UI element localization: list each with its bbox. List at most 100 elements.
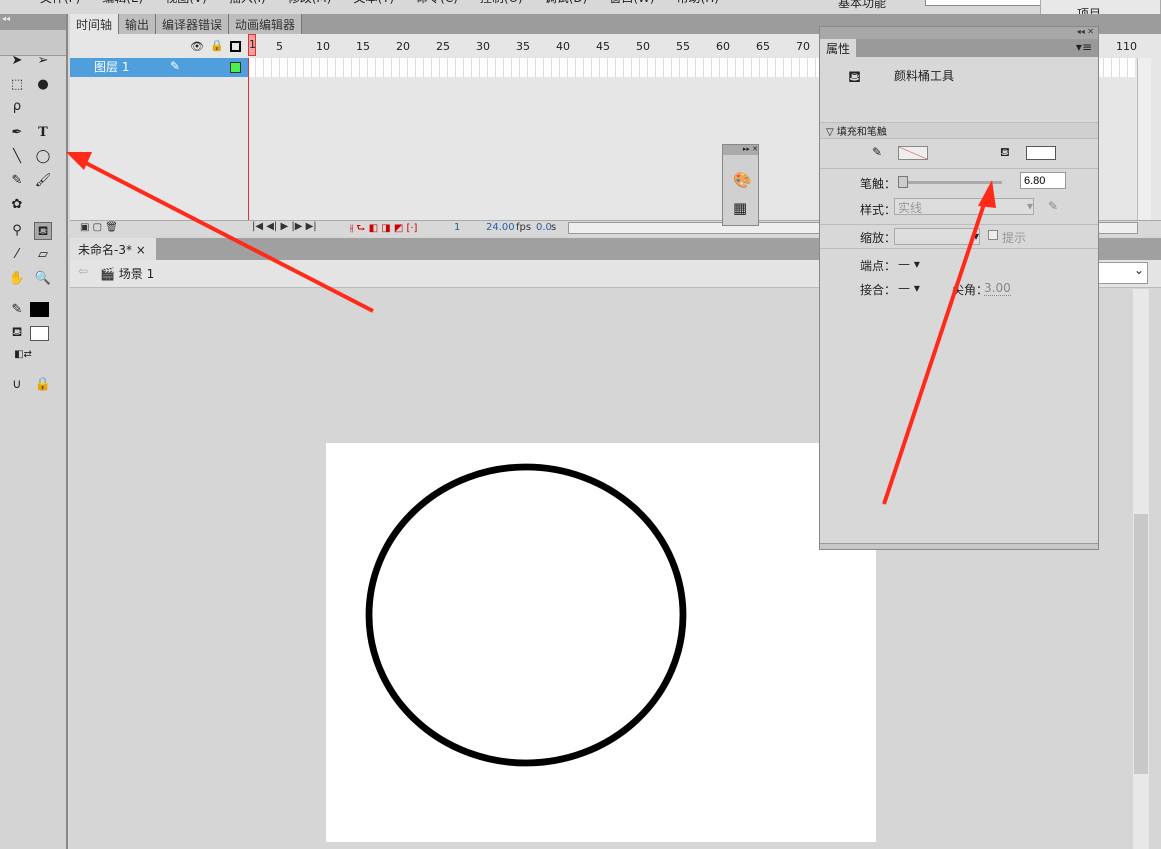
- hint-label: 提示: [1002, 231, 1027, 245]
- eyedropper-icon[interactable]: ⁄: [8, 246, 26, 264]
- menu-text[interactable]: 文本(T): [353, 0, 394, 13]
- stage-vertical-scrollbar[interactable]: [1133, 289, 1149, 849]
- oval-tool-icon[interactable]: ◯: [34, 148, 52, 166]
- brush-icon[interactable]: 🖌: [34, 172, 52, 190]
- stroke-color-icon: ✎: [872, 145, 883, 159]
- frame-number: 70: [796, 40, 810, 53]
- frame-number: 20: [396, 40, 410, 53]
- stroke-color-swatch[interactable]: [898, 146, 928, 160]
- frame-number: 35: [516, 40, 530, 53]
- outline-icon[interactable]: [230, 41, 241, 52]
- properties-panel: ◂◂ ✕ 属性 ▾≡ ⛾ 颜料桶工具 ▽ 填充和笔触 ✎ ⛾ 笔触： 样式： 实线…: [819, 26, 1099, 550]
- stroke-slider[interactable]: [898, 176, 1002, 188]
- snap-magnet-icon[interactable]: ∪: [8, 376, 26, 394]
- hand-icon[interactable]: ✋: [8, 270, 26, 288]
- bone-tool-icon[interactable]: ⚲: [8, 222, 26, 240]
- frame-rate[interactable]: 24.00: [486, 222, 515, 233]
- collapse-icon[interactable]: ◂◂: [0, 14, 66, 30]
- stage[interactable]: [326, 443, 876, 842]
- style-dropdown[interactable]: 实线 ▾: [894, 198, 1034, 215]
- lasso-icon[interactable]: ρ: [8, 98, 26, 116]
- close-icon[interactable]: ×: [136, 243, 146, 257]
- lock-all-icon[interactable]: 🔒: [210, 39, 224, 52]
- current-frame[interactable]: 1: [454, 222, 460, 233]
- eraser-icon[interactable]: ▱: [34, 246, 52, 264]
- scrollbar-thumb[interactable]: [1134, 514, 1148, 774]
- tab-timeline[interactable]: 时间轴: [70, 14, 120, 34]
- pen-icon[interactable]: ✒: [8, 124, 26, 142]
- panel-controls-icon[interactable]: ◂◂ ✕: [820, 27, 1098, 39]
- miter-value[interactable]: 3.00: [984, 281, 1011, 296]
- layer-color-icon[interactable]: [230, 62, 241, 73]
- onion-skin-icon[interactable]: ⫲ ⮑ ◧ ◨ ◩ [·]: [350, 221, 417, 238]
- text-tool-icon[interactable]: T: [34, 124, 52, 142]
- menu-debug[interactable]: 调试(D): [545, 0, 588, 13]
- selection-tool-icon[interactable]: ➤: [8, 52, 26, 70]
- pencil-icon[interactable]: ✎: [8, 172, 26, 190]
- tab-output[interactable]: 输出: [119, 14, 157, 34]
- line-tool-icon[interactable]: ╲: [8, 148, 26, 166]
- tab-motion-editor[interactable]: 动画编辑器: [229, 14, 303, 34]
- menu-edit[interactable]: 编辑(E): [102, 0, 143, 13]
- clapperboard-icon: 🎬: [100, 267, 115, 281]
- timeline-vertical-scrollbar[interactable]: [1137, 58, 1151, 220]
- search-input[interactable]: [925, 0, 1045, 6]
- menu-view[interactable]: 视图(V): [165, 0, 207, 13]
- zoom-dropdown[interactable]: ⌄: [1098, 262, 1148, 284]
- tab-compiler-errors[interactable]: 编译器错误: [156, 14, 230, 34]
- free-transform-icon[interactable]: ⬚: [8, 76, 26, 94]
- lock-icon[interactable]: 🔒: [34, 376, 52, 394]
- playback-controls-icon[interactable]: |◀ ◀| ▶ |▶ ▶|: [252, 221, 317, 232]
- document-tab[interactable]: 未命名-3* ×: [70, 238, 156, 260]
- stroke-color-icon: ✎: [11, 302, 23, 317]
- circle-shape[interactable]: [365, 463, 687, 767]
- hint-checkbox[interactable]: [988, 230, 998, 240]
- subselection-tool-icon[interactable]: ➢: [34, 52, 52, 70]
- stroke-width-input[interactable]: [1020, 172, 1066, 189]
- menu-modify[interactable]: 修改(M): [288, 0, 332, 13]
- scene-name[interactable]: 场景 1: [119, 267, 154, 281]
- edit-stroke-style-icon[interactable]: ✎: [1048, 199, 1058, 213]
- collapsed-panel-dock: ▸▸ ✕ 🎨 ▦: [722, 144, 759, 226]
- section-fill-stroke[interactable]: ▽ 填充和笔触: [820, 123, 1098, 139]
- new-layer-icon[interactable]: ▣ ▢ 🗑: [80, 222, 118, 233]
- frame-number: 65: [756, 40, 770, 53]
- fill-color-icon: ⛾: [11, 325, 23, 340]
- stroke-color-swatch[interactable]: [30, 302, 49, 317]
- color-palette-icon[interactable]: 🎨: [733, 171, 752, 189]
- frame-number: 40: [556, 40, 570, 53]
- style-label: 样式：: [860, 203, 897, 217]
- scale-label: 缩放：: [860, 231, 897, 245]
- frame-number: 45: [596, 40, 610, 53]
- fill-color-swatch[interactable]: [1026, 146, 1056, 160]
- zoom-icon[interactable]: 🔍: [34, 270, 52, 288]
- layer-name[interactable]: 图层 1: [70, 58, 248, 77]
- stroke-label: 笔触：: [860, 177, 897, 191]
- scale-dropdown[interactable]: ▾: [894, 228, 980, 245]
- fill-color-swatch[interactable]: [30, 326, 49, 341]
- menu-window[interactable]: 窗口(W): [609, 0, 654, 13]
- menu-help[interactable]: 帮助(H): [677, 0, 719, 13]
- frame-number: 110: [1116, 40, 1137, 53]
- menu-insert[interactable]: 插入(I): [229, 0, 266, 13]
- panel-menu-icon[interactable]: ▾≡: [1070, 39, 1098, 57]
- menu-commands[interactable]: 命令(C): [416, 0, 458, 13]
- tools-panel: ◂◂ ➤ ➢ ⬚ ● ρ ✒ T ╲ ◯ ✎ 🖌 ✿ ⚲ ⛾ ⁄ ▱ ✋ 🔍 ✎…: [0, 14, 68, 849]
- slider-thumb[interactable]: [898, 176, 908, 188]
- workspace-switcher[interactable]: 基本功能: [838, 0, 886, 11]
- swap-colors-icon[interactable]: ◧⇄: [14, 346, 32, 364]
- resize-handle[interactable]: [820, 543, 1098, 549]
- paint-bucket-icon: ⛾: [848, 67, 862, 86]
- back-arrow-icon[interactable]: ⇦: [78, 264, 88, 278]
- 3d-rotation-icon[interactable]: ●: [34, 76, 52, 94]
- swatches-grid-icon[interactable]: ▦: [733, 199, 747, 217]
- menu-file[interactable]: 文件(F): [40, 0, 80, 13]
- deco-tool-icon[interactable]: ✿: [8, 196, 26, 214]
- menu-control[interactable]: 控制(O): [480, 0, 523, 13]
- tab-properties[interactable]: 属性: [820, 39, 857, 57]
- cap-dropdown[interactable]: — ▾: [898, 257, 920, 271]
- frame-number: 15: [356, 40, 370, 53]
- paint-bucket-icon[interactable]: ⛾: [34, 222, 52, 240]
- eye-icon[interactable]: 👁: [190, 40, 204, 53]
- join-dropdown[interactable]: — ▾: [898, 281, 920, 295]
